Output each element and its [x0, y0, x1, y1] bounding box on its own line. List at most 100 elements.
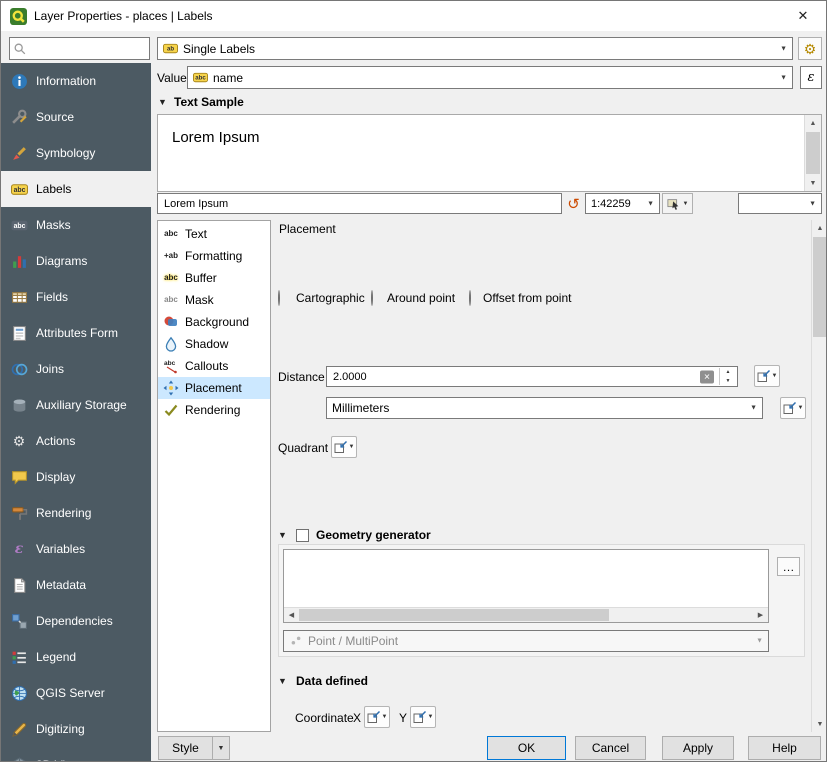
sidebar-item-auxiliary-storage[interactable]: Auxiliary Storage — [1, 387, 151, 423]
sidebar-item-dependencies[interactable]: Dependencies — [1, 603, 151, 639]
sidebar-item-diagrams[interactable]: Diagrams — [1, 243, 151, 279]
sidebar-item-source[interactable]: Source — [1, 99, 151, 135]
sidebar-item-fields[interactable]: Fields — [1, 279, 151, 315]
svg-text:abc: abc — [13, 222, 25, 229]
sidebar-item-actions[interactable]: ⚙ Actions — [1, 423, 151, 459]
reset-icon: ↺ — [567, 195, 580, 213]
tab-text[interactable]: abc Text — [158, 223, 270, 245]
geometry-expression-area[interactable]: ◀ ▶ — [283, 549, 769, 623]
cancel-button[interactable]: Cancel — [575, 736, 646, 760]
collapse-arrow-icon[interactable]: ▼ — [278, 530, 287, 540]
scrollbar-thumb[interactable] — [299, 609, 609, 621]
clear-icon[interactable]: ✕ — [700, 370, 714, 383]
sidebar-item-metadata[interactable]: Metadata — [1, 567, 151, 603]
tab-callouts[interactable]: abc Callouts — [158, 355, 270, 377]
sidebar-item-digitizing[interactable]: Digitizing — [1, 711, 151, 747]
scrollbar-thumb[interactable] — [806, 132, 820, 174]
sidebar-item-legend[interactable]: Legend — [1, 639, 151, 675]
tab-background[interactable]: Background — [158, 311, 270, 333]
globe-icon — [10, 684, 28, 702]
sidebar-item-variables[interactable]: ε Variables — [1, 531, 151, 567]
value-field-combo[interactable]: abc name ▼ — [187, 66, 793, 89]
value-label: Value — [157, 71, 187, 85]
scroll-left-icon[interactable]: ◀ — [284, 608, 299, 622]
search-input[interactable] — [30, 42, 134, 56]
sidebar-item-masks[interactable]: abc Masks — [1, 207, 151, 243]
sidebar-item-display[interactable]: Display — [1, 459, 151, 495]
sidebar-item-3d-view[interactable]: 3D View — [1, 747, 151, 761]
expression-hscrollbar[interactable]: ◀ ▶ — [284, 607, 768, 622]
tab-mask[interactable]: abc Mask — [158, 289, 270, 311]
map-scale-tool-button[interactable]: ▼ — [662, 193, 693, 214]
sidebar-item-label: Dependencies — [36, 614, 113, 628]
scroll-right-icon[interactable]: ▶ — [753, 608, 768, 622]
masks-abc-icon: abc — [10, 216, 28, 234]
distance-override-button[interactable]: ▼ — [754, 365, 780, 387]
chevron-down-icon[interactable]: ▼ — [212, 737, 229, 759]
chevron-down-icon: ▼ — [756, 638, 763, 645]
label-mode-value: Single Labels — [183, 42, 255, 56]
sidebar-item-label: Information — [36, 74, 96, 88]
sidebar-item-symbology[interactable]: Symbology — [1, 135, 151, 171]
radio-cartographic[interactable] — [278, 290, 280, 306]
sample-scrollbar[interactable]: ▲ ▼ — [804, 115, 821, 191]
value-field-name: name — [213, 71, 243, 85]
join-circles-icon — [10, 360, 28, 378]
collapse-arrow-icon[interactable]: ▼ — [278, 676, 287, 686]
tab-buffer[interactable]: abc Buffer — [158, 267, 270, 289]
sidebar-item-qgis-server[interactable]: QGIS Server — [1, 675, 151, 711]
scrollbar-thumb[interactable] — [813, 237, 827, 337]
radio-offset-from-point[interactable] — [469, 290, 471, 306]
chevron-down-icon: ▼ — [428, 714, 434, 720]
form-icon — [10, 324, 28, 342]
apply-button[interactable]: Apply — [662, 736, 734, 760]
distance-spinner[interactable]: ▲ ▼ — [719, 368, 736, 385]
collapse-arrow-icon[interactable]: ▼ — [158, 97, 167, 107]
help-button[interactable]: Help — [748, 736, 821, 760]
scroll-up-icon[interactable]: ▲ — [812, 220, 827, 236]
close-button[interactable]: ✕ — [788, 3, 818, 29]
sidebar-item-information[interactable]: Information — [1, 63, 151, 99]
distance-units-combo[interactable]: Millimeters ▼ — [326, 397, 763, 419]
geometry-type-combo[interactable]: Point / MultiPoint ▼ — [283, 630, 769, 652]
expression-more-button[interactable]: … — [777, 557, 800, 576]
preview-scale-combo[interactable]: 1:42259 ▼ — [585, 193, 660, 214]
sidebar-item-rendering[interactable]: Rendering — [1, 495, 151, 531]
search-box[interactable] — [9, 37, 150, 60]
expression-builder-button[interactable]: ε — [800, 66, 822, 89]
speech-bubble-icon — [10, 468, 28, 486]
scroll-up-icon[interactable]: ▲ — [805, 115, 821, 131]
spin-up-icon[interactable]: ▲ — [720, 368, 736, 377]
distance-label: Distance — [278, 370, 325, 384]
sample-text-input[interactable] — [162, 197, 557, 211]
radio-around-point[interactable] — [371, 290, 373, 306]
sidebar-item-label: Legend — [36, 650, 76, 664]
tab-formatting[interactable]: +ab Formatting — [158, 245, 270, 267]
coordinate-y-override-button[interactable]: ▼ — [410, 706, 436, 728]
ok-button[interactable]: OK — [487, 736, 566, 760]
geometry-generator-checkbox[interactable] — [296, 529, 309, 542]
preview-background-combo[interactable]: ▼ — [738, 193, 822, 214]
sidebar-item-labels[interactable]: abc Labels — [1, 171, 151, 207]
spin-down-icon[interactable]: ▼ — [720, 377, 736, 386]
tab-label: Buffer — [185, 271, 217, 285]
label-mode-combo[interactable]: ab Single Labels ▼ — [157, 37, 793, 60]
distance-input[interactable] — [331, 370, 693, 384]
style-button[interactable]: Style ▼ — [158, 736, 230, 760]
sidebar-item-joins[interactable]: Joins — [1, 351, 151, 387]
scroll-down-icon[interactable]: ▼ — [812, 716, 827, 732]
shadow-droplet-icon — [162, 336, 180, 352]
coordinate-x-override-button[interactable]: ▼ — [364, 706, 390, 728]
automated-placement-settings-button[interactable]: ⚙ — [798, 37, 822, 60]
tab-rendering[interactable]: Rendering — [158, 399, 270, 421]
tab-shadow[interactable]: Shadow — [158, 333, 270, 355]
sidebar-item-label: Rendering — [36, 506, 91, 520]
tab-label: Mask — [185, 293, 214, 307]
units-override-button[interactable]: ▼ — [780, 397, 806, 419]
scroll-down-icon[interactable]: ▼ — [805, 175, 821, 191]
reset-sample-button[interactable]: ↺ — [564, 193, 583, 214]
quadrant-override-button[interactable]: ▼ — [331, 436, 357, 458]
tab-placement[interactable]: Placement — [158, 377, 270, 399]
sidebar-item-attributes-form[interactable]: Attributes Form — [1, 315, 151, 351]
panel-scrollbar[interactable]: ▲ ▼ — [811, 220, 827, 732]
